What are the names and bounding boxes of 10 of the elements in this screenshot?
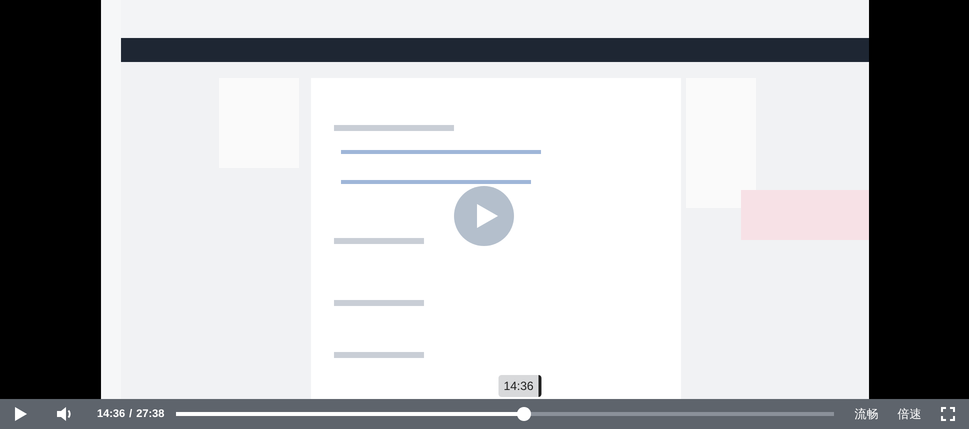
play-button[interactable] xyxy=(13,405,29,423)
current-time: 14:36 xyxy=(97,408,126,420)
fullscreen-button[interactable] xyxy=(940,406,956,422)
speed-button[interactable]: 倍速 xyxy=(897,406,922,422)
play-icon xyxy=(475,203,499,229)
duration: 27:38 xyxy=(136,408,164,420)
time-separator: / xyxy=(129,408,132,420)
quality-button[interactable]: 流畅 xyxy=(854,406,878,422)
progress-handle[interactable] xyxy=(517,407,532,421)
time-tooltip: 14:36 xyxy=(498,375,542,397)
